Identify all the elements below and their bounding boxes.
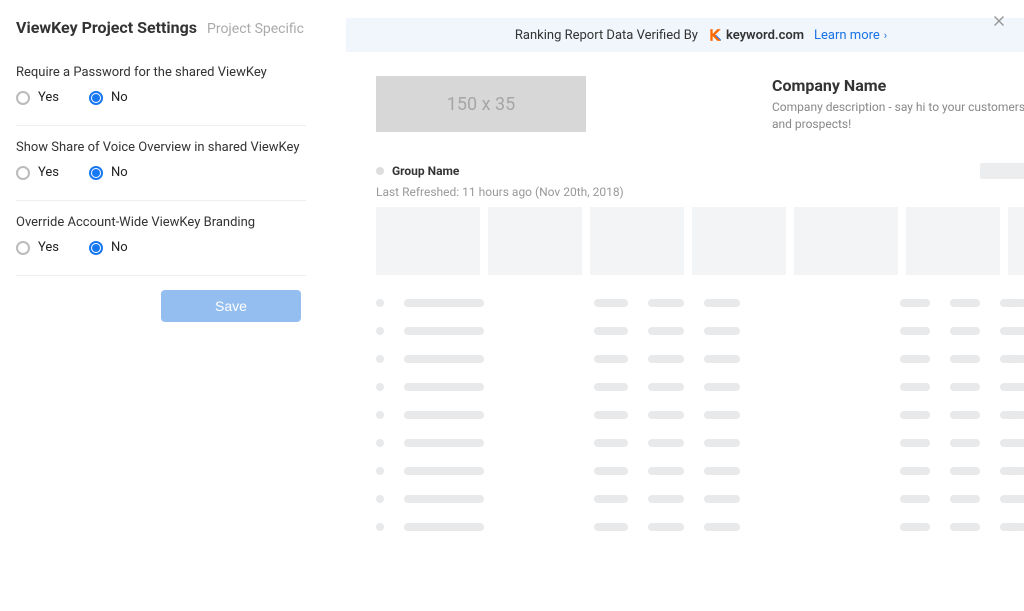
metric-card (692, 207, 786, 275)
learn-more-link[interactable]: Learn more › (814, 28, 887, 43)
table-row (376, 317, 1024, 345)
last-refreshed: Last Refreshed: 11 hours ago (Nov 20th, … (346, 185, 1024, 207)
save-button[interactable]: Save (161, 290, 301, 322)
table-row (376, 345, 1024, 373)
table-row (376, 373, 1024, 401)
verify-banner: Ranking Report Data Verified By keyword.… (346, 18, 1024, 52)
setting-label: Override Account-Wide ViewKey Branding (16, 215, 306, 230)
radio-label: Yes (38, 165, 59, 180)
setting-label: Show Share of Voice Overview in shared V… (16, 140, 306, 155)
metric-card (488, 207, 582, 275)
setting-override-branding: Override Account-Wide ViewKey Branding Y… (16, 215, 306, 276)
chevron-right-icon: › (884, 29, 887, 42)
table-row (376, 485, 1024, 513)
close-icon[interactable] (990, 12, 1008, 30)
metric-card (590, 207, 684, 275)
radio-label: Yes (38, 90, 59, 105)
setting-require-password: Require a Password for the shared ViewKe… (16, 65, 306, 126)
settings-panel: ViewKey Project Settings Project Specifi… (16, 18, 326, 611)
brand-logo: keyword.com (708, 28, 804, 43)
radio-label: No (111, 165, 128, 180)
radio-label: No (111, 240, 128, 255)
radio-sov-no[interactable]: No (89, 165, 128, 180)
preview-panel: Ranking Report Data Verified By keyword.… (326, 18, 1024, 611)
group-status-dot (376, 167, 384, 175)
metric-card (1008, 207, 1024, 275)
company-description: Company description - say hi to your cus… (772, 99, 1024, 133)
radio-sov-yes[interactable]: Yes (16, 165, 59, 180)
setting-share-of-voice: Show Share of Voice Overview in shared V… (16, 140, 306, 201)
header-chip (980, 163, 1024, 179)
radio-branding-yes[interactable]: Yes (16, 240, 59, 255)
radio-password-yes[interactable]: Yes (16, 90, 59, 105)
radio-branding-no[interactable]: No (89, 240, 128, 255)
radio-password-no[interactable]: No (89, 90, 128, 105)
table-row (376, 401, 1024, 429)
table-row (376, 429, 1024, 457)
page-title: ViewKey Project Settings (16, 18, 197, 37)
page-subtitle: Project Specific (207, 21, 304, 37)
table-row (376, 513, 1024, 541)
radio-label: Yes (38, 240, 59, 255)
verify-text: Ranking Report Data Verified By (515, 28, 698, 43)
learn-more-text: Learn more (814, 28, 880, 43)
radio-label: No (111, 90, 128, 105)
table-row (376, 457, 1024, 485)
metric-cards (346, 207, 1024, 289)
logo-placeholder: 150 x 35 (376, 76, 586, 132)
table-row (376, 289, 1024, 317)
setting-label: Require a Password for the shared ViewKe… (16, 65, 306, 80)
company-name: Company Name (772, 76, 1024, 95)
metric-card (906, 207, 1000, 275)
brand-text: keyword.com (726, 28, 804, 43)
metric-card (376, 207, 480, 275)
skeleton-table (346, 289, 1024, 541)
metric-card (794, 207, 898, 275)
group-name: Group Name (392, 164, 459, 178)
